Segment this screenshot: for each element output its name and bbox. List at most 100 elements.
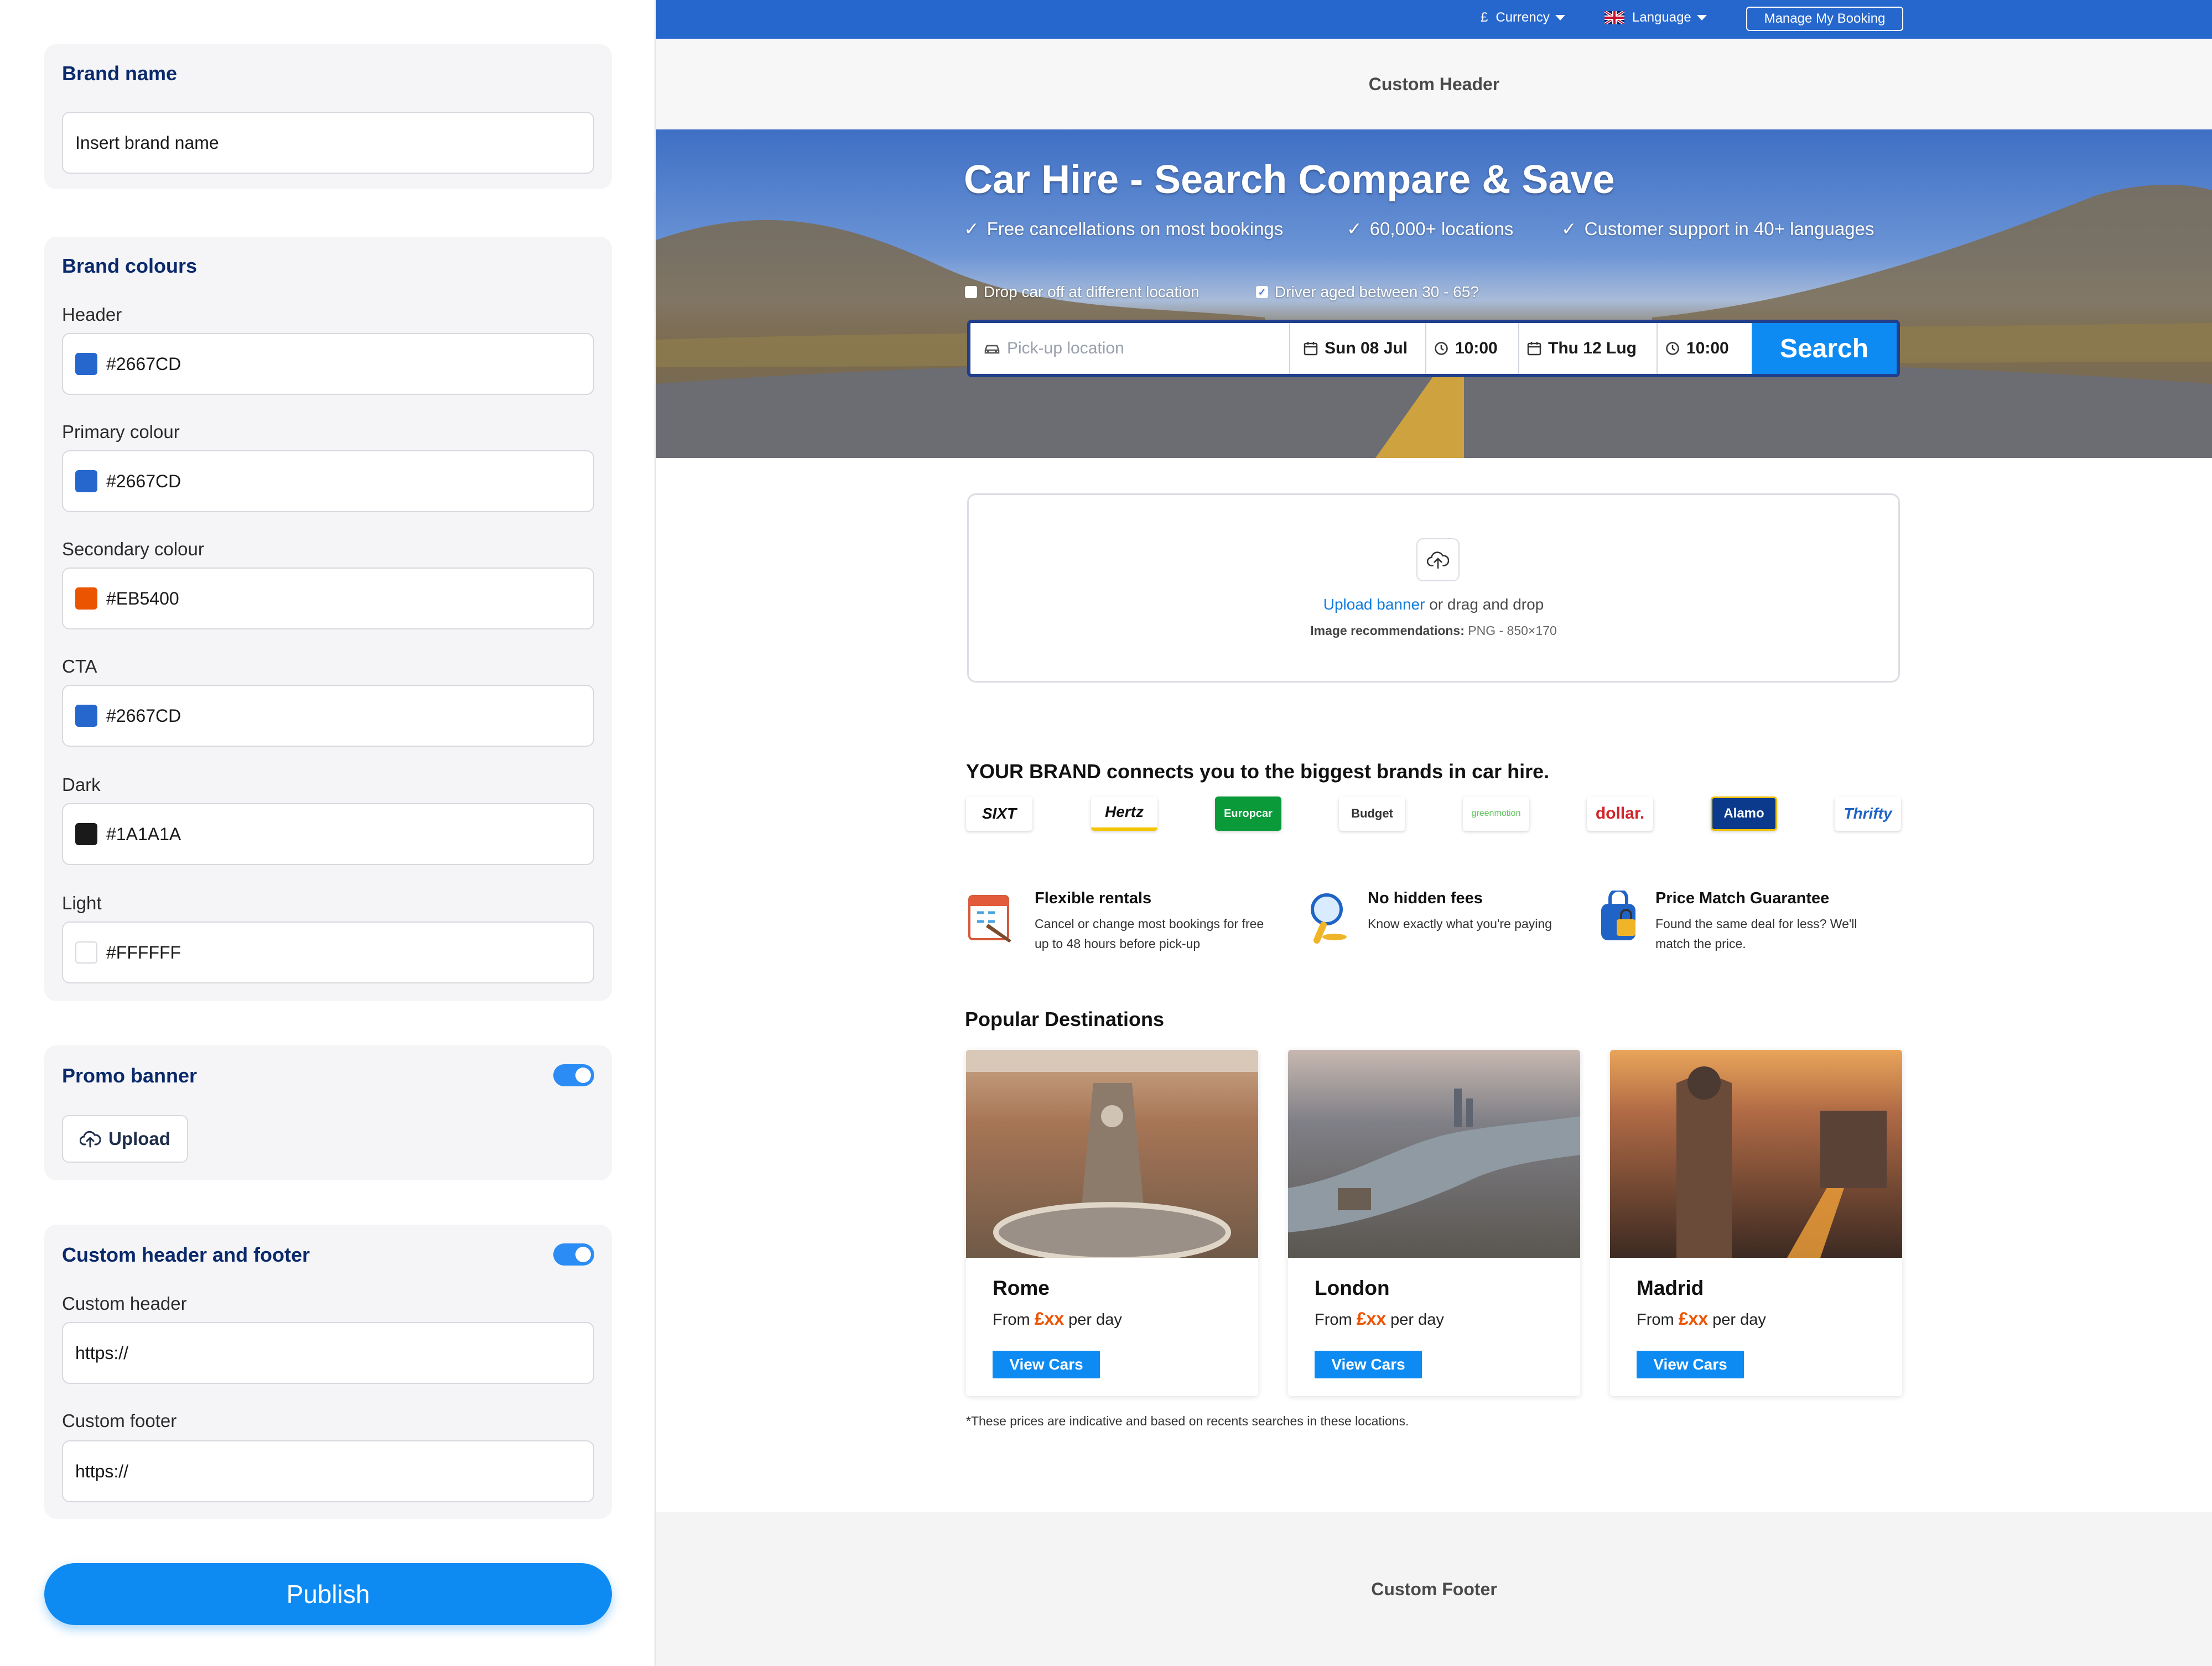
primary-colour-value: #2667CD [106,471,181,491]
hertz-logo: Hertz [1091,796,1157,831]
destination-card-madrid[interactable]: Madrid From £xx per day View Cars [1610,1050,1902,1396]
upload-button[interactable]: Upload [62,1115,188,1163]
brand-name-card: Brand name Insert brand name [44,44,612,189]
custom-header-label: Custom header [62,1293,187,1314]
pickup-time[interactable]: 10:00 [1426,323,1519,374]
sixt-logo: SIXT [966,796,1032,831]
return-time[interactable]: 10:00 [1658,323,1752,374]
europcar-logo: Europcar [1215,796,1281,831]
price-from: From [1315,1311,1357,1329]
clock-icon [1666,342,1679,355]
secondary-colour-field[interactable]: #EB5400 [62,568,594,629]
driver-age-label: Driver aged between 30 - 65? [1275,283,1479,300]
pickup-time-value: 10:00 [1455,339,1498,357]
hero-feature: ✓ Customer support in 40+ languages [1561,218,1874,240]
hero-feature-text: Free cancellations on most bookings [986,218,1284,239]
top-bar: £ Currency Language Manage My Booking [656,0,2212,39]
check-icon: ✓ [1347,218,1362,239]
rome-city-image [966,1050,1258,1258]
publish-button[interactable]: Publish [44,1563,612,1625]
custom-footer-label: Custom footer [62,1410,177,1431]
hero-feature: ✓ 60,000+ locations [1347,218,1513,240]
cloud-upload-icon [80,1131,101,1148]
brand-name-input[interactable]: Insert brand name [62,112,594,174]
custom-header-input[interactable]: https:// [62,1322,594,1384]
hero-feature: ✓ Free cancellations on most bookings [964,218,1283,240]
manage-booking-button[interactable]: Manage My Booking [1746,7,1903,31]
pickup-location-placeholder: Pick-up location [1007,339,1124,357]
brands-title: YOUR BRAND connects you to the biggest b… [966,760,1550,783]
feature-desc: Found the same deal for less? We'll matc… [1655,917,1857,951]
dark-colour-label: Dark [62,774,101,795]
light-colour-field[interactable]: #FFFFFF [62,921,594,983]
custom-header-placeholder: Custom Header [656,39,2212,129]
dark-colour-swatch[interactable] [75,823,97,845]
promo-banner-title: Promo banner [62,1064,198,1087]
feature-title: Price Match Guarantee [1655,889,1830,907]
madrid-city-image [1610,1050,1902,1258]
custom-footer-value: https:// [75,1461,129,1481]
light-colour-label: Light [62,893,102,913]
pickup-location-input[interactable]: Pick-up location [970,323,1290,374]
checkbox-checked-icon[interactable]: ✓ [1256,286,1268,298]
checkbox-icon[interactable] [965,286,977,298]
uk-flag-icon [1605,11,1624,24]
destination-card-rome[interactable]: Rome From £xx per day View Cars [966,1050,1258,1396]
promo-banner-toggle[interactable] [553,1064,594,1086]
hero-feature-text: 60,000+ locations [1369,218,1514,239]
promo-banner-card: Promo banner Upload [44,1045,612,1180]
custom-header-footer-toggle[interactable] [553,1243,594,1266]
destination-name: London [1315,1277,1390,1299]
view-cars-button[interactable]: View Cars [1315,1351,1422,1378]
destination-name: Madrid [1637,1277,1704,1299]
dark-colour-field[interactable]: #1A1A1A [62,803,594,865]
banner-dropzone[interactable]: Upload banner or drag and drop Image rec… [967,493,1900,683]
header-colour-field[interactable]: #2667CD [62,333,594,395]
feature-desc: Cancel or change most bookings for free … [1035,917,1264,951]
custom-footer-input[interactable]: https:// [62,1440,594,1502]
language-selector[interactable]: Language [1605,10,1707,25]
magnifier-icon [1311,893,1347,944]
dropoff-label: Drop car off at different location [984,283,1200,300]
upload-banner-link[interactable]: Upload banner [1323,596,1425,613]
image-recommendations-label: Image recommendations: [1310,623,1465,638]
custom-header-footer-card: Custom header and footer Custom header h… [44,1225,612,1519]
primary-colour-swatch[interactable] [75,470,97,492]
secondary-colour-label: Secondary colour [62,539,204,559]
primary-colour-label: Primary colour [62,421,180,442]
view-cars-button[interactable]: View Cars [1637,1351,1744,1378]
destination-card-london[interactable]: London From £xx per day View Cars [1288,1050,1580,1396]
header-colour-swatch[interactable] [75,353,97,375]
site-preview: £ Currency Language Manage My Booking Cu… [656,0,2212,1666]
primary-colour-field[interactable]: #2667CD [62,450,594,512]
secondary-colour-swatch[interactable] [75,587,97,610]
price-suffix: per day [1386,1311,1444,1329]
drag-drop-text: or drag and drop [1425,596,1544,613]
currency-selector[interactable]: £ Currency [1481,10,1565,25]
pickup-date[interactable]: Sun 08 Jul [1290,323,1426,374]
chevron-down-icon [1555,15,1565,20]
cta-colour-field[interactable]: #2667CD [62,685,594,747]
price-suffix: per day [1708,1311,1766,1329]
return-date-value: Thu 12 Lug [1548,339,1637,357]
return-date[interactable]: Thu 12 Lug [1519,323,1658,374]
return-time-value: 10:00 [1686,339,1729,357]
popular-destinations-title: Popular Destinations [965,1008,1165,1030]
custom-header-value: https:// [75,1342,129,1363]
cta-colour-swatch[interactable] [75,705,97,727]
driver-age-checkbox[interactable]: ✓ Driver aged between 30 - 65? [1256,283,1479,301]
price-value: £xx [1356,1309,1387,1329]
view-cars-button[interactable]: View Cars [993,1351,1100,1378]
image-recommendations: Image recommendations: PNG - 850×170 [969,623,1898,638]
price-from: From [993,1311,1035,1329]
light-colour-swatch[interactable] [75,941,97,964]
dollar-logo: dollar. [1587,796,1653,831]
check-icon: ✓ [964,218,979,239]
dropoff-checkbox[interactable]: Drop car off at different location [965,283,1200,301]
calendar-icon [1304,342,1318,356]
hero-title: Car Hire - Search Compare & Save [964,158,1615,202]
search-button[interactable]: Search [1752,323,1897,374]
brand-name-title: Brand name [62,62,178,85]
feature-desc: Know exactly what you're paying [1368,917,1552,931]
cta-colour-label: CTA [62,656,97,676]
